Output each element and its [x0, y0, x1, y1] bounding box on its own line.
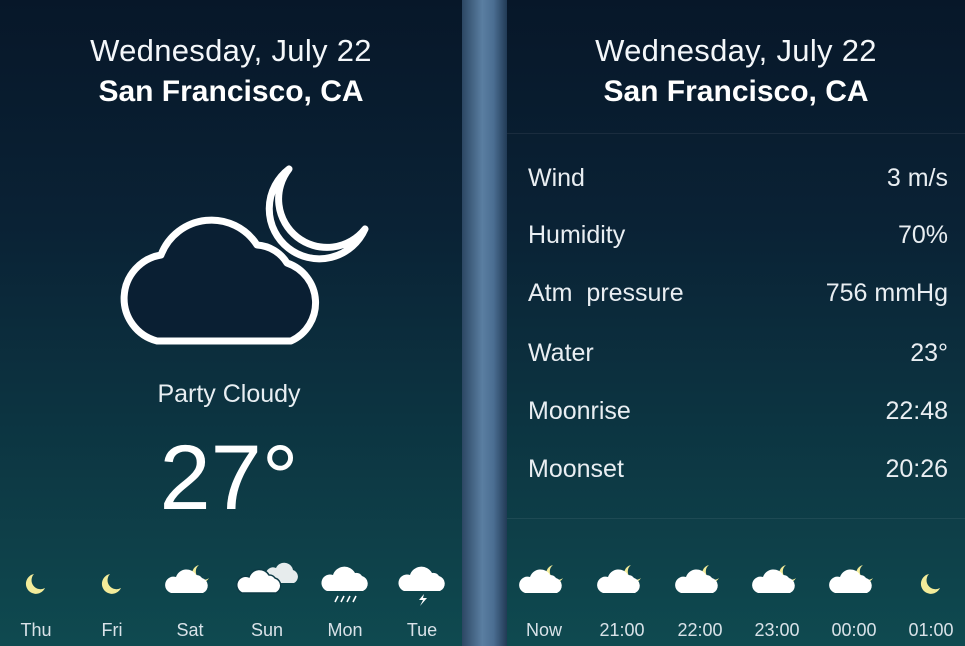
- detail-row-moonset: Moonset 20:26: [528, 455, 948, 491]
- divider-line: [507, 133, 965, 134]
- forecast-day-label: Mon: [327, 620, 363, 640]
- forecast-hour-label: 23:00: [754, 620, 800, 640]
- detail-row-wind: Wind 3 m/s: [528, 164, 948, 200]
- cloud-moon-icon: [120, 165, 369, 345]
- forecast-hour-item[interactable]: 22:00: [661, 553, 739, 646]
- forecast-hour-item[interactable]: 21:00: [583, 553, 661, 646]
- cloud-moon-icon: [752, 565, 796, 593]
- detail-label: Water: [528, 339, 594, 367]
- forecast-day-label: Sat: [176, 620, 204, 640]
- detail-label: Moonset: [528, 455, 624, 483]
- forecast-hour-item[interactable]: Now: [507, 553, 583, 646]
- detail-value: 756 mmHg: [825, 279, 948, 307]
- forecast-hour-label: Now: [525, 620, 562, 640]
- detail-value: 23°: [910, 339, 948, 367]
- moon-icon: [25, 574, 45, 594]
- forecast-hour-label: 22:00: [677, 620, 723, 640]
- clouds-icon: [236, 562, 298, 594]
- detail-label: Wind: [528, 164, 585, 192]
- panel-divider: [462, 0, 507, 646]
- detail-value: 20:26: [885, 455, 948, 483]
- cloud-moon-icon: [165, 565, 209, 593]
- hourly-forecast-strip: Now 21:00 22:00 23:00 00:00 01:00: [507, 553, 965, 646]
- forecast-day-item[interactable]: Tue: [383, 553, 461, 646]
- moon-icon: [920, 574, 940, 594]
- forecast-day-label: Fri: [101, 620, 123, 640]
- date-label: Wednesday, July 22: [90, 33, 372, 68]
- detail-row-humidity: Humidity 70%: [528, 221, 948, 257]
- forecast-hour-label: 00:00: [831, 620, 877, 640]
- forecast-hour-item[interactable]: 01:00: [892, 553, 965, 646]
- weather-details-panel: Wednesday, July 22 San Francisco, CA Win…: [507, 0, 965, 646]
- forecast-hour-label: 21:00: [599, 620, 645, 640]
- forecast-hour-item[interactable]: 23:00: [738, 553, 816, 646]
- daily-forecast-strip: Thu Fri Sat Sun Mon Tue: [0, 553, 462, 646]
- forecast-day-label: Thu: [20, 620, 52, 640]
- temperature-value: 27°: [159, 427, 299, 529]
- forecast-day-item[interactable]: Sun: [228, 553, 306, 646]
- forecast-hour-label: 01:00: [908, 620, 954, 640]
- detail-row-pressure: Atm pressure 756 mmHg: [528, 279, 948, 315]
- city-label: San Francisco, CA: [603, 75, 869, 108]
- forecast-day-label: Tue: [406, 620, 438, 640]
- forecast-day-item[interactable]: Thu: [0, 553, 75, 646]
- detail-value: 22:48: [885, 397, 948, 425]
- detail-label: Humidity: [528, 221, 626, 249]
- cloud-moon-icon: [519, 565, 563, 593]
- moon-icon: [101, 574, 121, 594]
- detail-label: Moonrise: [528, 397, 631, 425]
- forecast-day-item[interactable]: Sat: [151, 553, 229, 646]
- forecast-day-item[interactable]: Mon: [306, 553, 384, 646]
- divider-line: [507, 518, 965, 519]
- condition-label: Party Cloudy: [157, 380, 301, 408]
- detail-value: 70%: [897, 221, 948, 249]
- detail-label: Atm pressure: [528, 279, 684, 307]
- cloud-moon-icon: [675, 565, 719, 593]
- current-weather-panel: Wednesday, July 22 San Francisco, CA Par…: [0, 0, 462, 646]
- cloud-rain-icon: [321, 566, 368, 603]
- cloud-lightning-icon: [398, 566, 445, 606]
- cloud-moon-icon: [597, 565, 641, 593]
- detail-value: 3 m/s: [886, 164, 948, 192]
- detail-row-water: Water 23°: [528, 339, 948, 375]
- detail-row-moonrise: Moonrise 22:48: [528, 397, 948, 433]
- cloud-moon-icon: [829, 565, 873, 593]
- forecast-day-label: Sun: [250, 620, 284, 640]
- forecast-hour-item[interactable]: 00:00: [815, 553, 893, 646]
- date-label: Wednesday, July 22: [595, 33, 877, 68]
- city-label: San Francisco, CA: [98, 75, 364, 108]
- forecast-day-item[interactable]: Fri: [73, 553, 151, 646]
